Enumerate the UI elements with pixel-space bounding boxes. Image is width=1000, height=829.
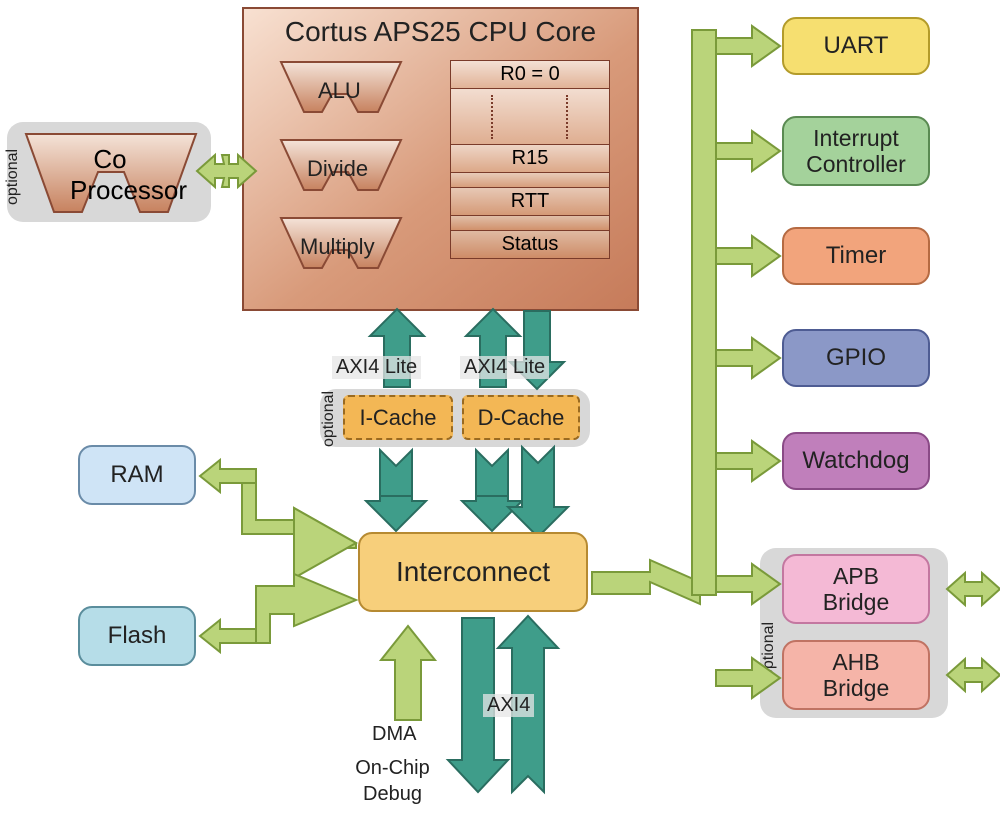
bridge-ext-arrows [0,0,1000,829]
